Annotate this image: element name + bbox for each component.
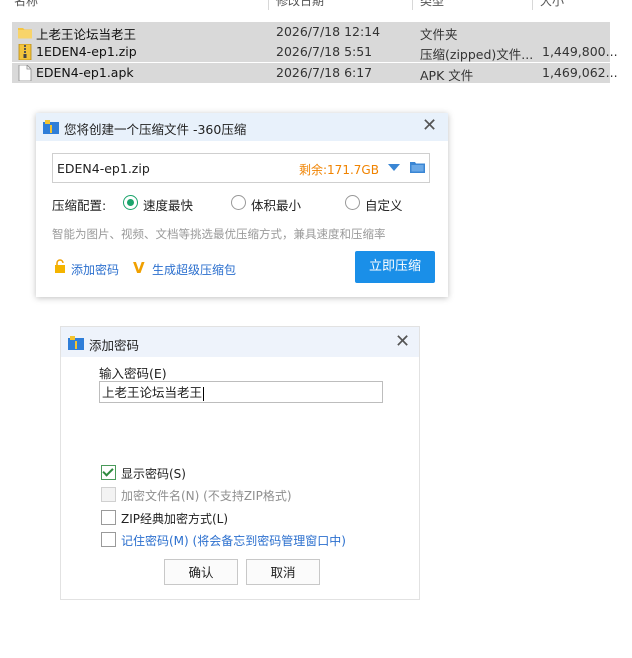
file-type: APK 文件	[420, 68, 474, 83]
column-divider[interactable]	[532, 0, 533, 10]
compress-now-button[interactable]: 立即压缩	[355, 251, 435, 283]
file-size: 1,449,800...	[542, 44, 618, 59]
file-name: 1EDEN4-ep1.zip	[36, 44, 137, 59]
zip-file-icon	[18, 44, 32, 60]
folder-browse-icon[interactable]	[410, 161, 425, 173]
chevron-down-icon[interactable]	[388, 164, 400, 171]
radio-custom[interactable]	[345, 195, 360, 210]
column-divider[interactable]	[412, 0, 413, 10]
dialog-title: 您将创建一个压缩文件 -360压缩	[64, 122, 247, 137]
cancel-button[interactable]: 取消	[246, 559, 320, 585]
file-size: 1,469,062...	[542, 65, 618, 80]
option-fastest-label[interactable]: 速度最快	[143, 195, 193, 214]
file-row[interactable]: 1EDEN4-ep1.zip 2026/7/18 5:51 压缩(zipped)…	[12, 42, 618, 62]
file-name: 上老王论坛当老王	[36, 27, 137, 42]
dialog-title: 添加密码	[89, 338, 140, 353]
archive-file-name[interactable]: EDEN4-ep1.zip	[57, 161, 150, 176]
column-header-date[interactable]: 修改日期	[276, 0, 324, 10]
encrypt-filenames-label: 加密文件名(N) (不支持ZIP格式)	[121, 489, 292, 503]
password-value: 上老王论坛当老王	[102, 385, 203, 400]
password-label: 输入密码(E)	[99, 366, 167, 381]
file-list: 名称 修改日期 类型 大小 上老王论坛当老王 2026/7/18 12:14 文…	[0, 0, 632, 90]
file-name: EDEN4-ep1.apk	[36, 65, 134, 80]
close-icon[interactable]: ✕	[422, 117, 437, 135]
show-password-checkbox[interactable]	[101, 465, 116, 480]
archive-path-field[interactable]: EDEN4-ep1.zip 剩余:171.7GB	[52, 153, 430, 183]
add-password-link[interactable]: 添加密码	[71, 261, 119, 278]
dialog-title-bar[interactable]: 添加密码 ✕	[61, 327, 419, 357]
close-icon[interactable]: ✕	[395, 333, 410, 351]
radio-fastest[interactable]	[123, 195, 138, 210]
compress-dialog: 您将创建一个压缩文件 -360压缩 ✕ EDEN4-ep1.zip 剩余:171…	[36, 113, 448, 297]
column-header-type[interactable]: 类型	[420, 0, 444, 10]
file-date: 2026/7/18 12:14	[276, 24, 381, 39]
password-dialog: 添加密码 ✕ 输入密码(E) 上老王论坛当老王 显示密码(S) 加密文件名(N)…	[60, 326, 420, 600]
dialog-title-bar[interactable]: 您将创建一个压缩文件 -360压缩 ✕	[36, 113, 448, 141]
file-type: 文件夹	[420, 27, 458, 42]
file-date: 2026/7/18 6:17	[276, 65, 373, 80]
radio-smallest[interactable]	[231, 195, 246, 210]
remember-password-checkbox[interactable]	[101, 532, 116, 547]
file-row[interactable]: EDEN4-ep1.apk 2026/7/18 6:17 APK 文件 1,46…	[12, 63, 618, 83]
option-custom-label[interactable]: 自定义	[365, 195, 403, 214]
super-archive-link[interactable]: 生成超级压缩包	[152, 261, 236, 278]
compress-hint: 智能为图片、视频、文档等挑选最优压缩方式，兼具速度和压缩率	[52, 227, 386, 241]
file-date: 2026/7/18 5:51	[276, 44, 373, 59]
column-header-size[interactable]: 大小	[540, 0, 564, 10]
file-row[interactable]: 上老王论坛当老王 2026/7/18 12:14 文件夹	[12, 22, 610, 42]
remember-password-label[interactable]: 记住密码(M) (将会备忘到密码管理窗口中)	[121, 532, 346, 549]
folder-icon	[18, 28, 32, 39]
show-password-label[interactable]: 显示密码(S)	[121, 465, 186, 482]
column-header-name[interactable]: 名称	[14, 0, 38, 10]
v-badge-icon[interactable]: V	[133, 259, 145, 277]
compress-config-label: 压缩配置:	[52, 198, 107, 213]
zip-classic-label[interactable]: ZIP经典加密方式(L)	[121, 510, 228, 527]
zip-classic-checkbox[interactable]	[101, 510, 116, 525]
encrypt-filenames-checkbox	[101, 487, 116, 502]
archive-app-icon	[68, 336, 84, 350]
remaining-space: 剩余:171.7GB	[299, 163, 379, 177]
password-input[interactable]: 上老王论坛当老王	[99, 381, 383, 403]
file-icon	[18, 65, 32, 81]
archive-app-icon	[43, 120, 59, 134]
option-smallest-label[interactable]: 体积最小	[251, 195, 301, 214]
confirm-button[interactable]: 确认	[164, 559, 238, 585]
file-type: 压缩(zipped)文件...	[420, 47, 534, 62]
text-caret	[203, 386, 205, 401]
lock-icon[interactable]	[54, 259, 66, 273]
column-divider[interactable]	[268, 0, 269, 10]
